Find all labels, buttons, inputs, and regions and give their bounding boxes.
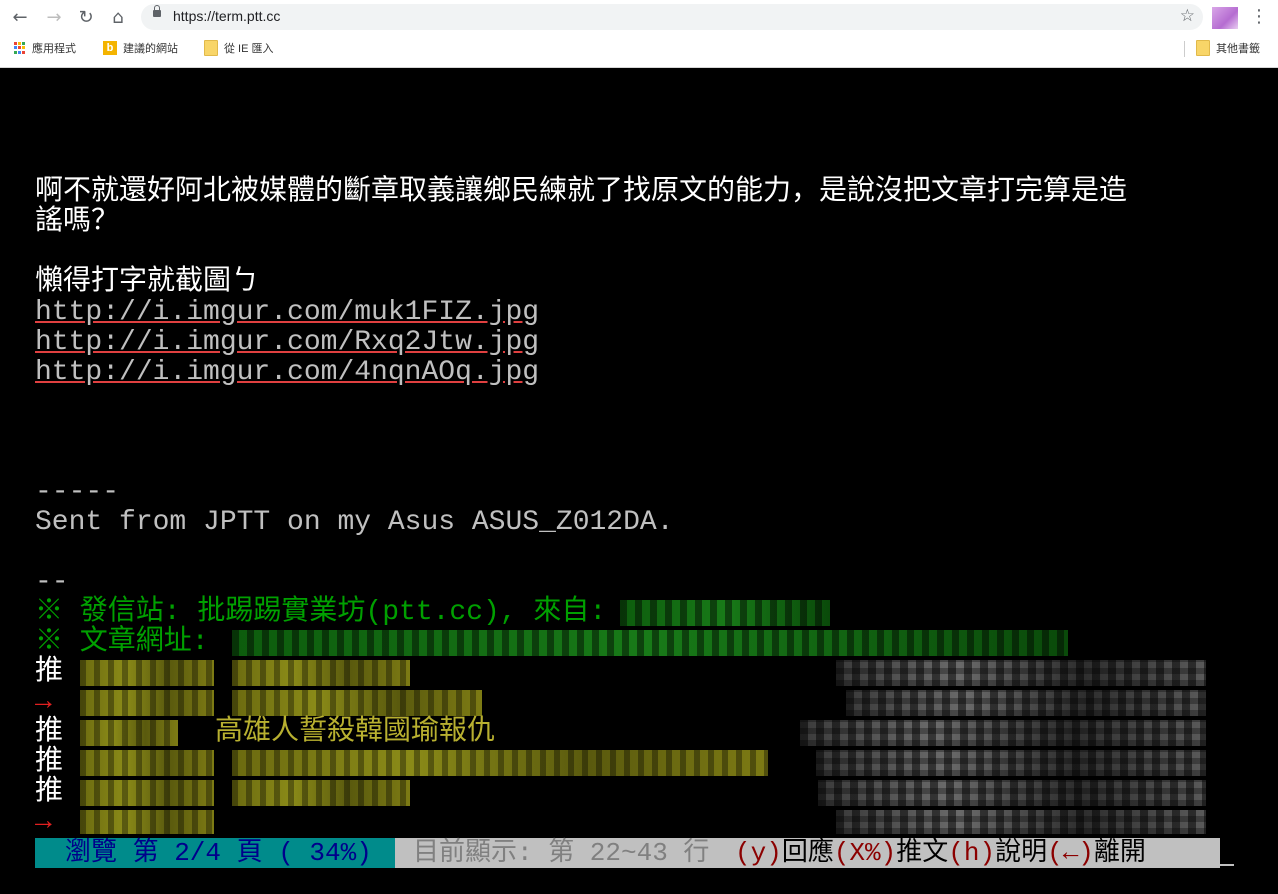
bookmark-other[interactable]: 其他書籤 [1196,40,1260,56]
apps-icon [14,42,26,54]
reload-icon[interactable]: ↻ [74,6,98,30]
bookmark-ie-import[interactable]: 從 IE 匯入 [204,40,274,56]
key-hints: (y) 回應 (X%) 推文 (h) 說明 (←) 離開 [735,838,1220,868]
redacted-push [232,750,768,776]
push-content: 高雄人誓殺韓國瑜報仇 [215,717,496,748]
push-tag: 推 [35,747,64,778]
redacted-user [80,660,214,686]
redacted-ip [620,600,830,626]
bookmark-label: 從 IE 匯入 [224,43,274,55]
redacted-url [232,630,1068,656]
push-tag: 推 [35,657,64,688]
redacted-user [80,690,214,716]
page-indicator: 瀏覽 第 2/4 頁 ( 34%) [35,838,395,868]
redacted-user [80,720,178,746]
push-tag: 推 [35,777,64,808]
browser-toolbar: ← → ↻ ⌂ https://term.ptt.cc ☆ ⋮ [0,0,1278,36]
lock-icon [153,5,161,17]
push-tag: → [35,807,52,838]
redacted-user [80,780,214,806]
forward-arrow-icon[interactable]: → [42,6,66,30]
signature-dashes: ----- [35,477,120,508]
redacted-push [232,690,482,716]
folder-icon [1196,40,1210,56]
image-link[interactable]: http://i.imgur.com/4nqnAOq.jpg [35,358,539,388]
pager-status-bar: 瀏覽 第 2/4 頁 ( 34%) 目前顯示: 第 22~43 行 (y) 回應(… [35,838,1220,868]
redacted-user [80,750,214,776]
redacted-meta [846,690,1206,716]
redacted-push [232,780,410,806]
address-bar[interactable]: https://term.ptt.cc ☆ [141,4,1203,30]
back-arrow-icon[interactable]: ← [8,6,32,30]
bookmark-label: 建議的網站 [123,43,178,55]
star-icon[interactable]: ☆ [1180,6,1195,26]
leave-label: 離開 [1093,838,1146,868]
redacted-meta [818,780,1206,806]
bookmark-label: 應用程式 [32,43,76,55]
browser-chrome: ← → ↻ ⌂ https://term.ptt.cc ☆ ⋮ 應用程式 b 建… [0,0,1278,68]
home-icon[interactable]: ⌂ [106,6,130,30]
profile-avatar[interactable] [1212,7,1238,29]
bookmark-separator [1184,41,1185,57]
bookmark-suggested-sites[interactable]: b 建議的網站 [103,40,178,56]
push-tag: 推 [35,717,64,748]
help-key[interactable]: (h) [948,838,995,868]
terminal-screen[interactable]: 啊不就還好阿北被媒體的斷章取義讓鄉民練就了找原文的能力，是說沒把文章打完算是造 … [0,68,1278,894]
push-tag: → [35,687,52,718]
push-key[interactable]: (X%) [834,838,896,868]
redacted-meta [836,810,1206,834]
article-line: 啊不就還好阿北被媒體的斷章取義讓鄉民練就了找原文的能力，是說沒把文章打完算是造 [35,177,1128,208]
reply-label: 回應 [781,838,834,868]
bookmark-label: 其他書籤 [1216,43,1260,55]
redacted-meta [800,720,1206,746]
terminal-cursor [1220,864,1234,866]
url-text[interactable]: https://term.ptt.cc [173,8,280,24]
leave-key[interactable]: (←) [1047,838,1094,868]
bookmarks-bar: 應用程式 b 建議的網站 從 IE 匯入 其他書籤 [0,38,1278,60]
bing-icon: b [103,41,117,55]
origin-line: ※ 發信站: 批踢踢實業坊(ptt.cc), 來自: [35,597,607,628]
help-label: 說明 [995,838,1048,868]
image-link[interactable]: http://i.imgur.com/muk1FIZ.jpg [35,298,539,328]
folder-icon [204,40,218,56]
line-range-indicator: 目前顯示: 第 22~43 行 [395,838,735,868]
redacted-meta [816,750,1206,776]
image-link[interactable]: http://i.imgur.com/Rxq2Jtw.jpg [35,328,539,358]
more-menu-icon[interactable]: ⋮ [1250,6,1268,30]
reply-key[interactable]: (y) [735,838,782,868]
redacted-meta [836,660,1206,686]
article-line: 謠嗎？ [35,207,120,238]
article-line: 懶得打字就截圖ㄅ [35,267,260,298]
push-label: 推文 [896,838,949,868]
signature-text: Sent from JPTT on my Asus ASUS_Z012DA. [35,507,674,538]
signature-separator: -- [35,567,69,598]
redacted-user [80,810,214,834]
bookmark-apps[interactable]: 應用程式 [14,40,76,56]
article-url-line: ※ 文章網址: [35,627,209,658]
redacted-push [232,660,410,686]
